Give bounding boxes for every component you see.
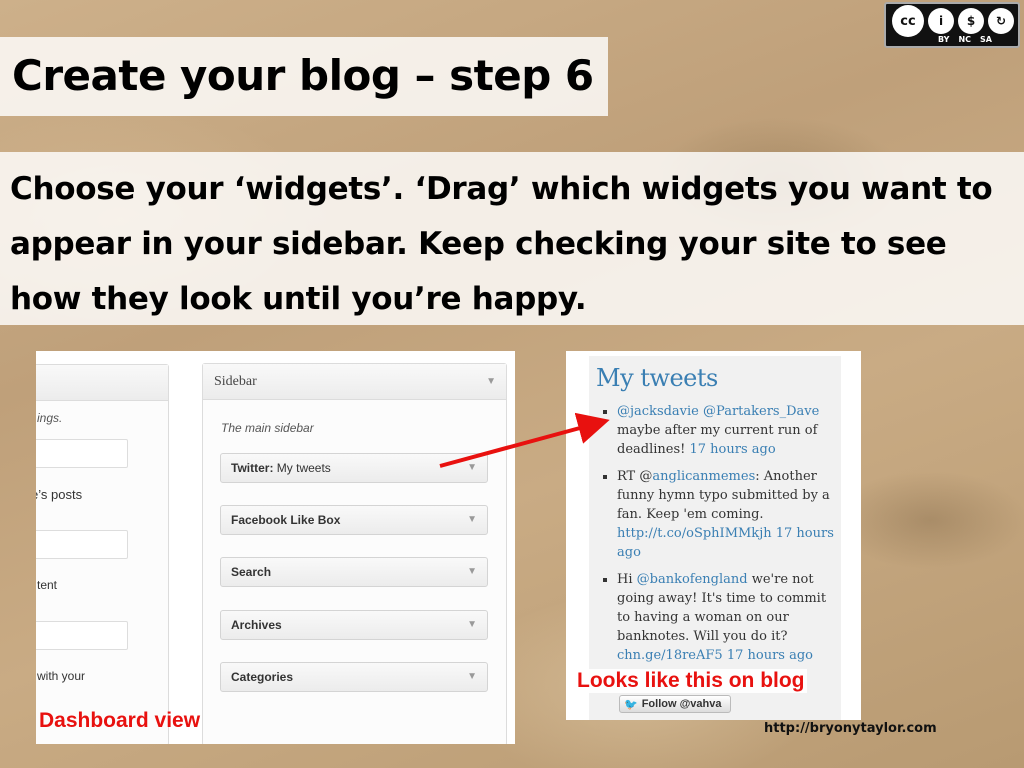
widget-twitter[interactable]: Twitter: My tweets ▼ (220, 453, 488, 483)
slide-description: Choose your ‘widgets’. ‘Drag’ which widg… (10, 171, 993, 317)
sidebar-header[interactable]: Sidebar ▼ (203, 364, 506, 400)
tweet-item: @jacksdavie @Partakers_Dave maybe after … (617, 402, 837, 459)
tweets-screenshot: My tweets @jacksdavie @Partakers_Dave ma… (566, 351, 861, 720)
chevron-down-icon[interactable]: ▼ (467, 514, 477, 525)
widget-label: Archives (231, 618, 282, 632)
chevron-down-icon[interactable]: ▼ (467, 619, 477, 630)
widget-label: Search (231, 565, 272, 579)
left-panel-input[interactable] (36, 439, 128, 468)
noncommercial-icon: $ (958, 8, 984, 34)
tweet-link[interactable]: http://t.co/oSphIMMkjh (617, 526, 772, 541)
tweets-caption: Looks like this on blog (575, 669, 807, 693)
sidebar-widget-area[interactable]: Sidebar ▼ The main sidebar Twitter: My t… (202, 363, 507, 744)
left-panel-text: ings. (37, 411, 63, 425)
left-widget-panel: ings. e’s posts tent with your (36, 364, 169, 744)
cc-icon: cc (892, 5, 924, 37)
left-panel-input[interactable] (36, 621, 128, 650)
twitter-bird-icon: 🐦 (624, 698, 638, 711)
widget-label: Categories (231, 670, 294, 684)
widget-archives[interactable]: Archives ▼ (220, 610, 488, 640)
sidebar-title: Sidebar (214, 374, 257, 389)
chevron-down-icon[interactable]: ▼ (486, 376, 496, 387)
follow-button[interactable]: 🐦 Follow @vahva (619, 695, 731, 713)
tweet-link[interactable]: chn.ge/18reAF5 (617, 648, 723, 663)
source-url[interactable]: http://bryonytaylor.com (764, 721, 937, 736)
tweets-heading: My tweets (596, 364, 718, 392)
left-panel-text: e’s posts (36, 487, 83, 502)
slide-title: Create your blog – step 6 (12, 51, 594, 100)
tweet-link[interactable]: @jacksdavie (617, 404, 699, 419)
tweet-item: RT @anglicanmemes: Another funny hymn ty… (617, 467, 837, 562)
left-panel-text: with your (37, 669, 86, 683)
description-bar: Choose your ‘widgets’. ‘Drag’ which widg… (0, 152, 1024, 325)
tweet-link[interactable]: 17 hours ago (690, 442, 776, 457)
cc-license-badge: cc i $ ↻ BY NC SA (884, 2, 1020, 48)
license-label-by: BY (938, 35, 950, 44)
attribution-icon: i (928, 8, 954, 34)
left-panel-header (36, 365, 168, 401)
left-panel-input[interactable] (36, 530, 128, 559)
license-label-sa: SA (980, 35, 992, 44)
chevron-down-icon[interactable]: ▼ (467, 462, 477, 473)
tweet-link[interactable]: 17 hours ago (727, 648, 813, 663)
chevron-down-icon[interactable]: ▼ (467, 566, 477, 577)
tweet-text: RT @ (617, 469, 653, 484)
widget-label: Facebook Like Box (231, 513, 341, 527)
tweet-list: @jacksdavie @Partakers_Dave maybe after … (597, 402, 837, 673)
tweets-widget: My tweets @jacksdavie @Partakers_Dave ma… (589, 356, 841, 720)
left-panel-text: tent (37, 578, 58, 592)
tweet-link[interactable]: anglicanmemes (652, 469, 755, 484)
widget-search[interactable]: Search ▼ (220, 557, 488, 587)
tweet-item: Hi @bankofengland we're not going away! … (617, 570, 837, 665)
dashboard-screenshot: ings. e’s posts tent with your Sidebar ▼… (36, 351, 515, 744)
tweet-link[interactable]: @bankofengland (637, 572, 748, 587)
slide-title-bar: Create your blog – step 6 (0, 37, 608, 116)
widget-categories[interactable]: Categories ▼ (220, 662, 488, 692)
tweet-text: Hi (617, 572, 637, 587)
follow-label: Follow @vahva (641, 698, 722, 710)
sidebar-subtitle: The main sidebar (221, 421, 314, 435)
sharealike-icon: ↻ (988, 8, 1014, 34)
dashboard-caption: Dashboard view (39, 709, 201, 732)
license-label-nc: NC (958, 35, 972, 44)
widget-label: Twitter: My tweets (231, 461, 331, 475)
widget-facebook-like-box[interactable]: Facebook Like Box ▼ (220, 505, 488, 535)
tweet-link[interactable]: @Partakers_Dave (703, 404, 819, 419)
chevron-down-icon[interactable]: ▼ (467, 671, 477, 682)
